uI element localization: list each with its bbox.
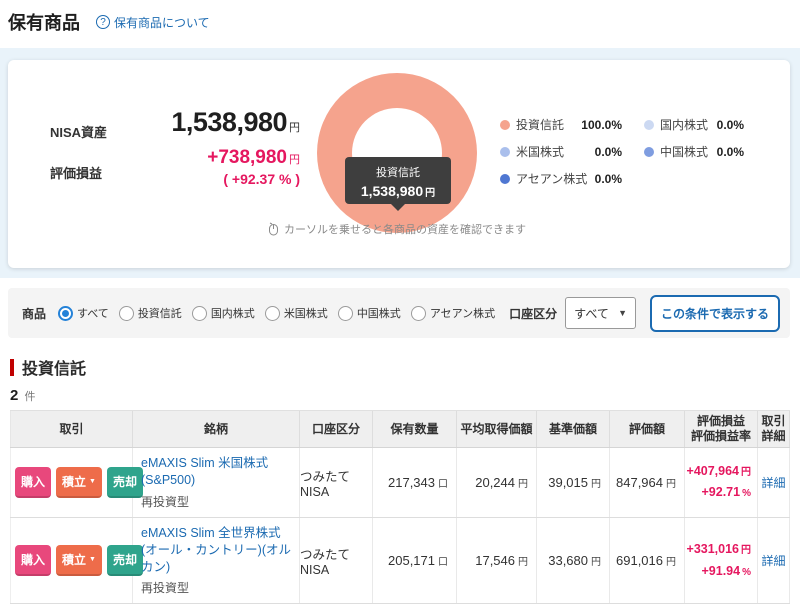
fund-name-cell: eMAXIS Slim 米国株式(S&P500) 再投資型 [133,448,300,517]
page-header: 保有商品 ? 保有商品について [8,9,210,35]
section-title: 投資信託 [22,361,87,378]
nav-cell: 39,015 円 [537,448,610,517]
chevron-down-icon: ▼ [89,556,96,564]
value-cell: 691,016 円 [610,517,685,604]
radio-chugoku[interactable]: 中国株式 [337,305,401,321]
profit-loss-unit: 円 [289,154,300,166]
asset-value: 1,538,980 円 [171,107,300,137]
col-trade: 取引 [10,411,133,447]
asset-label: NISA資産 [50,125,108,140]
asset-unit: 円 [289,122,300,134]
detail-cell: 詳細 [758,517,790,604]
value-cell: 847,964 円 [610,448,685,517]
legend-dot [500,173,510,184]
radio-beikoku[interactable]: 米国株式 [264,305,328,321]
col-quantity: 保有数量 [373,411,457,447]
quantity-cell: 217,343 口 [373,448,457,517]
buy-button[interactable]: 購入 [15,466,52,498]
profit-loss-cell: +407,964 円 +92.71% [685,448,758,517]
chevron-down-icon: ▼ [89,477,96,485]
account-type-select[interactable]: すべて ▼ [565,297,636,329]
radio-kokunai[interactable]: 国内株式 [191,305,255,321]
trade-buttons-cell: 購入 積立 ▼ 売却 [10,517,143,604]
chart-hover-note: カーソルを乗せると各商品の資産を確認できます [237,221,557,237]
col-avg-price: 平均取得価額 [457,411,537,447]
fund-name-link[interactable]: eMAXIS Slim 米国株式(S&P500) [141,455,291,489]
apply-filter-button[interactable]: この条件で表示する [649,294,780,332]
profit-loss-percent: ( +92.37 % ) [223,171,300,187]
fund-name-link[interactable]: eMAXIS Slim 全世界株式(オール・カントリー)(オルカン) [141,525,291,576]
fund-name-cell: eMAXIS Slim 全世界株式(オール・カントリー)(オルカン) 再投資型 [133,517,300,604]
product-filter-label: 商品 [22,306,47,321]
nav-cell: 33,680 円 [537,517,610,604]
profit-loss-cell: +331,016 円 +91.94% [685,517,758,604]
col-profit-loss: 評価損益 評価損益率 [685,411,758,447]
legend-item-asean: アセアン株式 0.0% [500,170,622,187]
chevron-down-icon: ▼ [618,308,627,318]
table-row: 購入 積立 ▼ 売却 eMAXIS Slim 米国株式(S&P500) 再投資型… [10,448,790,518]
radio-asean[interactable]: アセアン株式 [410,305,495,321]
holdings-table: 取引 銘柄 口座区分 保有数量 平均取得価額 基準価額 評価額 評価損益 評価損… [10,410,790,604]
count-unit: 件 [24,391,36,403]
tsumitate-button[interactable]: 積立 ▼ [56,545,102,577]
detail-cell: 詳細 [758,448,790,517]
detail-link[interactable]: 詳細 [761,474,785,491]
radio-toshin[interactable]: 投資信託 [118,305,182,321]
table-header-row: 取引 銘柄 口座区分 保有数量 平均取得価額 基準価額 評価額 評価損益 評価損… [10,410,790,448]
legend-dot [644,119,654,130]
legend-item-toshin: 投資信託 100.0% [500,116,622,133]
legend-dot [500,119,510,130]
item-count: 2 件 [10,387,36,404]
col-trade-detail: 取引 詳細 [758,411,790,447]
fund-type-label: 再投資型 [141,494,190,509]
section-header: 投資信託 [10,355,86,379]
table-row: 購入 積立 ▼ 売却 eMAXIS Slim 全世界株式(オール・カントリー)(… [10,517,790,604]
fund-type-label: 再投資型 [141,581,190,596]
page-title: 保有商品 [8,13,80,33]
mouse-cursor-icon [269,222,278,236]
nisa-summary-card: NISA資産 1,538,980 円 評価損益 +738,980 円 ( +92.3… [8,60,790,268]
chart-tooltip: 投資信託 1,538,980 円 [345,157,451,211]
profit-loss-value: +738,980 円 [207,147,300,168]
legend-dot [500,146,510,157]
tooltip-label: 投資信託 [376,167,420,179]
radio-icon [118,305,134,321]
col-value: 評価額 [610,411,685,447]
account-type-cell: つみたてNISA [300,517,373,604]
radio-icon [58,305,74,321]
allocation-legend: 投資信託 100.0% 国内株式 0.0% 米国株式 0.0% 中国株式 0.0… [500,116,744,187]
help-link-label: 保有商品について [114,15,210,30]
radio-icon [264,305,280,321]
col-name: 銘柄 [133,411,300,447]
avg-price-cell: 17,546 円 [457,517,537,604]
buy-button[interactable]: 購入 [15,545,52,577]
legend-item-kokunai: 国内株式 0.0% [644,116,744,133]
tooltip-unit: 円 [425,188,436,199]
account-type-value: すべて [574,306,609,321]
profit-loss-label: 評価損益 [50,166,103,181]
radio-all[interactable]: すべて [58,305,109,321]
avg-price-cell: 20,244 円 [457,448,537,517]
question-circle-icon: ? [96,15,110,29]
col-account: 口座区分 [300,411,373,447]
legend-item-beikoku: 米国株式 0.0% [500,143,622,160]
help-link[interactable]: ? 保有商品について [96,14,210,31]
section-accent-bar [10,358,14,376]
tsumitate-button[interactable]: 積立 ▼ [56,466,102,498]
legend-item-chugoku: 中国株式 0.0% [644,143,744,160]
radio-icon [191,305,207,321]
radio-icon [337,305,353,321]
account-type-cell: つみたてNISA [300,448,373,517]
filter-bar: 商品 すべて 投資信託 国内株式 米国株式 中国株式 アセアン株式 口座区分 す… [8,288,790,338]
radio-icon [410,305,426,321]
account-type-label: 口座区分 [509,306,558,321]
trade-buttons-cell: 購入 積立 ▼ 売却 [10,448,143,517]
col-nav: 基準価額 [537,411,610,447]
quantity-cell: 205,171 口 [373,517,457,604]
tooltip-value: 1,538,980 円 [360,183,436,199]
legend-dot [644,146,654,157]
